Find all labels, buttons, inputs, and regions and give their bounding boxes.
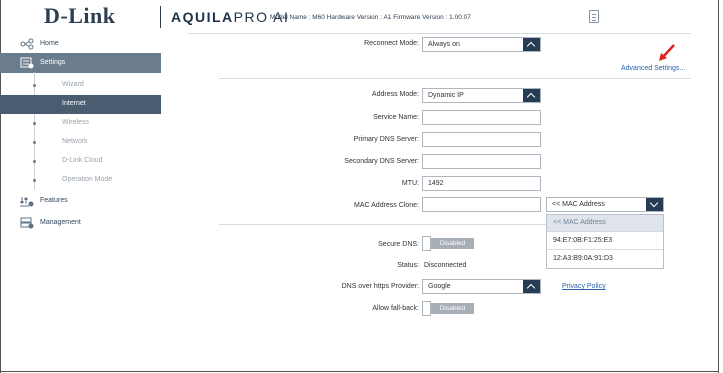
primary-dns-label: Primary DNS Server: [353, 136, 419, 143]
mac-select-value: << MAC Address [552, 201, 605, 208]
fallback-label: Allow fall-back: [372, 305, 419, 312]
primary-dns-input[interactable] [422, 132, 541, 147]
advanced-settings-link[interactable]: Advanced Settings... [621, 65, 685, 72]
section-divider-2 [219, 224, 546, 225]
sidebar-subitem-wizard[interactable]: Wizard [0, 76, 161, 95]
section-divider [219, 78, 691, 79]
sidebar-item-features[interactable]: Features [0, 191, 161, 211]
mac-option-1[interactable]: 94:E7:0B:F1:25:E3 [547, 233, 663, 250]
service-name-label: Service Name: [373, 114, 419, 121]
sidebar-subitem-label: Internet [62, 100, 86, 107]
toggle-state: Disabled [431, 303, 474, 314]
reconnect-mode-label: Reconnect Mode: [364, 40, 419, 47]
chevron-up-icon [523, 280, 540, 293]
sidebar-item-home[interactable]: Home [0, 34, 161, 54]
chevron-up-icon [523, 89, 540, 102]
model-info: Model Name : M60 Hardware Version : A1 F… [270, 14, 471, 21]
mac-clone-input[interactable] [422, 197, 541, 212]
secure-dns-toggle[interactable]: Disabled [422, 236, 474, 251]
mac-address-select[interactable]: << MAC Address [546, 197, 664, 212]
mac-address-dropdown-list: << MAC Address 94:E7:0B:F1:25:E3 12:A3:B… [546, 214, 664, 269]
sidebar-subitem-dlink-cloud[interactable]: D-Link Cloud [0, 152, 161, 171]
sidebar-item-management[interactable]: Management [0, 213, 161, 233]
sidebar-subitem-label: Wizard [62, 81, 84, 88]
sidebar-subitem-label: Operation Mode [62, 176, 113, 183]
mtu-label: MTU: [401, 180, 419, 187]
sidebar-subitem-label: Wireless [62, 119, 89, 126]
mtu-input[interactable]: 1492 [422, 176, 541, 191]
toggle-knob [422, 236, 431, 251]
brand-aquila: AQUILA [171, 9, 234, 25]
management-icon [20, 217, 34, 229]
secure-dns-label: Secure DNS: [378, 241, 419, 248]
document-icon[interactable] [589, 10, 599, 23]
reconnect-mode-value: Always on [428, 41, 460, 48]
home-network-icon [20, 38, 34, 50]
secondary-dns-label: Secondary DNS Server: [344, 158, 419, 165]
address-mode-label: Address Mode: [371, 91, 419, 98]
bullet [33, 84, 36, 87]
bottom-border [0, 371, 719, 372]
chevron-up-icon [523, 38, 540, 51]
toggle-state: Disabled [431, 238, 474, 249]
bullet [33, 122, 36, 125]
mac-option-placeholder[interactable]: << MAC Address [547, 215, 663, 232]
status-label: Status: [397, 262, 419, 269]
address-mode-value: Dynamic IP [428, 92, 464, 99]
mac-option-2[interactable]: 12:A3:B9:0A:91:D3 [547, 251, 663, 268]
annotation-arrow-icon [659, 44, 675, 61]
router-admin-page: D-Link AQUILAPRO AI Model Name : M60 Har… [0, 0, 723, 373]
secondary-dns-input[interactable] [422, 154, 541, 169]
status-value: Disconnected [424, 262, 467, 269]
header-divider [160, 6, 161, 28]
sidebar-subitem-internet[interactable]: Internet [0, 95, 161, 114]
sidebar-item-label: Management [40, 219, 81, 226]
toggle-knob [422, 301, 431, 316]
doh-provider-value: Google [428, 283, 451, 290]
sidebar-subitem-label: Network [62, 138, 88, 145]
doh-provider-label: DNS over https Provider: [341, 283, 419, 290]
sidebar-subitem-network[interactable]: Network [0, 133, 161, 152]
address-mode-select[interactable]: Dynamic IP [422, 88, 541, 103]
right-border [718, 0, 719, 373]
brand-pro: PRO [233, 9, 269, 25]
bullet [33, 141, 36, 144]
top-divider [188, 33, 691, 34]
doh-provider-select[interactable]: Google [422, 279, 541, 294]
sidebar-item-label: Home [40, 40, 59, 47]
sidebar-item-settings[interactable]: Settings [0, 53, 161, 73]
service-name-input[interactable] [422, 110, 541, 125]
features-icon [20, 197, 34, 207]
dlink-logo: D-Link [44, 3, 116, 28]
sidebar-subitem-operation-mode[interactable]: Operation Mode [0, 171, 161, 190]
sidebar-subitem-wireless[interactable]: Wireless [0, 114, 161, 133]
fallback-toggle[interactable]: Disabled [422, 301, 474, 316]
sidebar-item-label: Settings [40, 59, 66, 66]
bullet [33, 160, 36, 163]
settings-icon [20, 57, 34, 69]
sidebar-item-label: Features [40, 197, 68, 204]
chevron-down-icon [646, 198, 663, 211]
privacy-policy-link[interactable]: Privacy Policy [562, 283, 606, 290]
sidebar-subitem-label: D-Link Cloud [62, 157, 103, 164]
reconnect-mode-select[interactable]: Always on [422, 37, 541, 52]
bullet [33, 179, 36, 182]
mac-clone-label: MAC Address Clone: [354, 202, 419, 209]
